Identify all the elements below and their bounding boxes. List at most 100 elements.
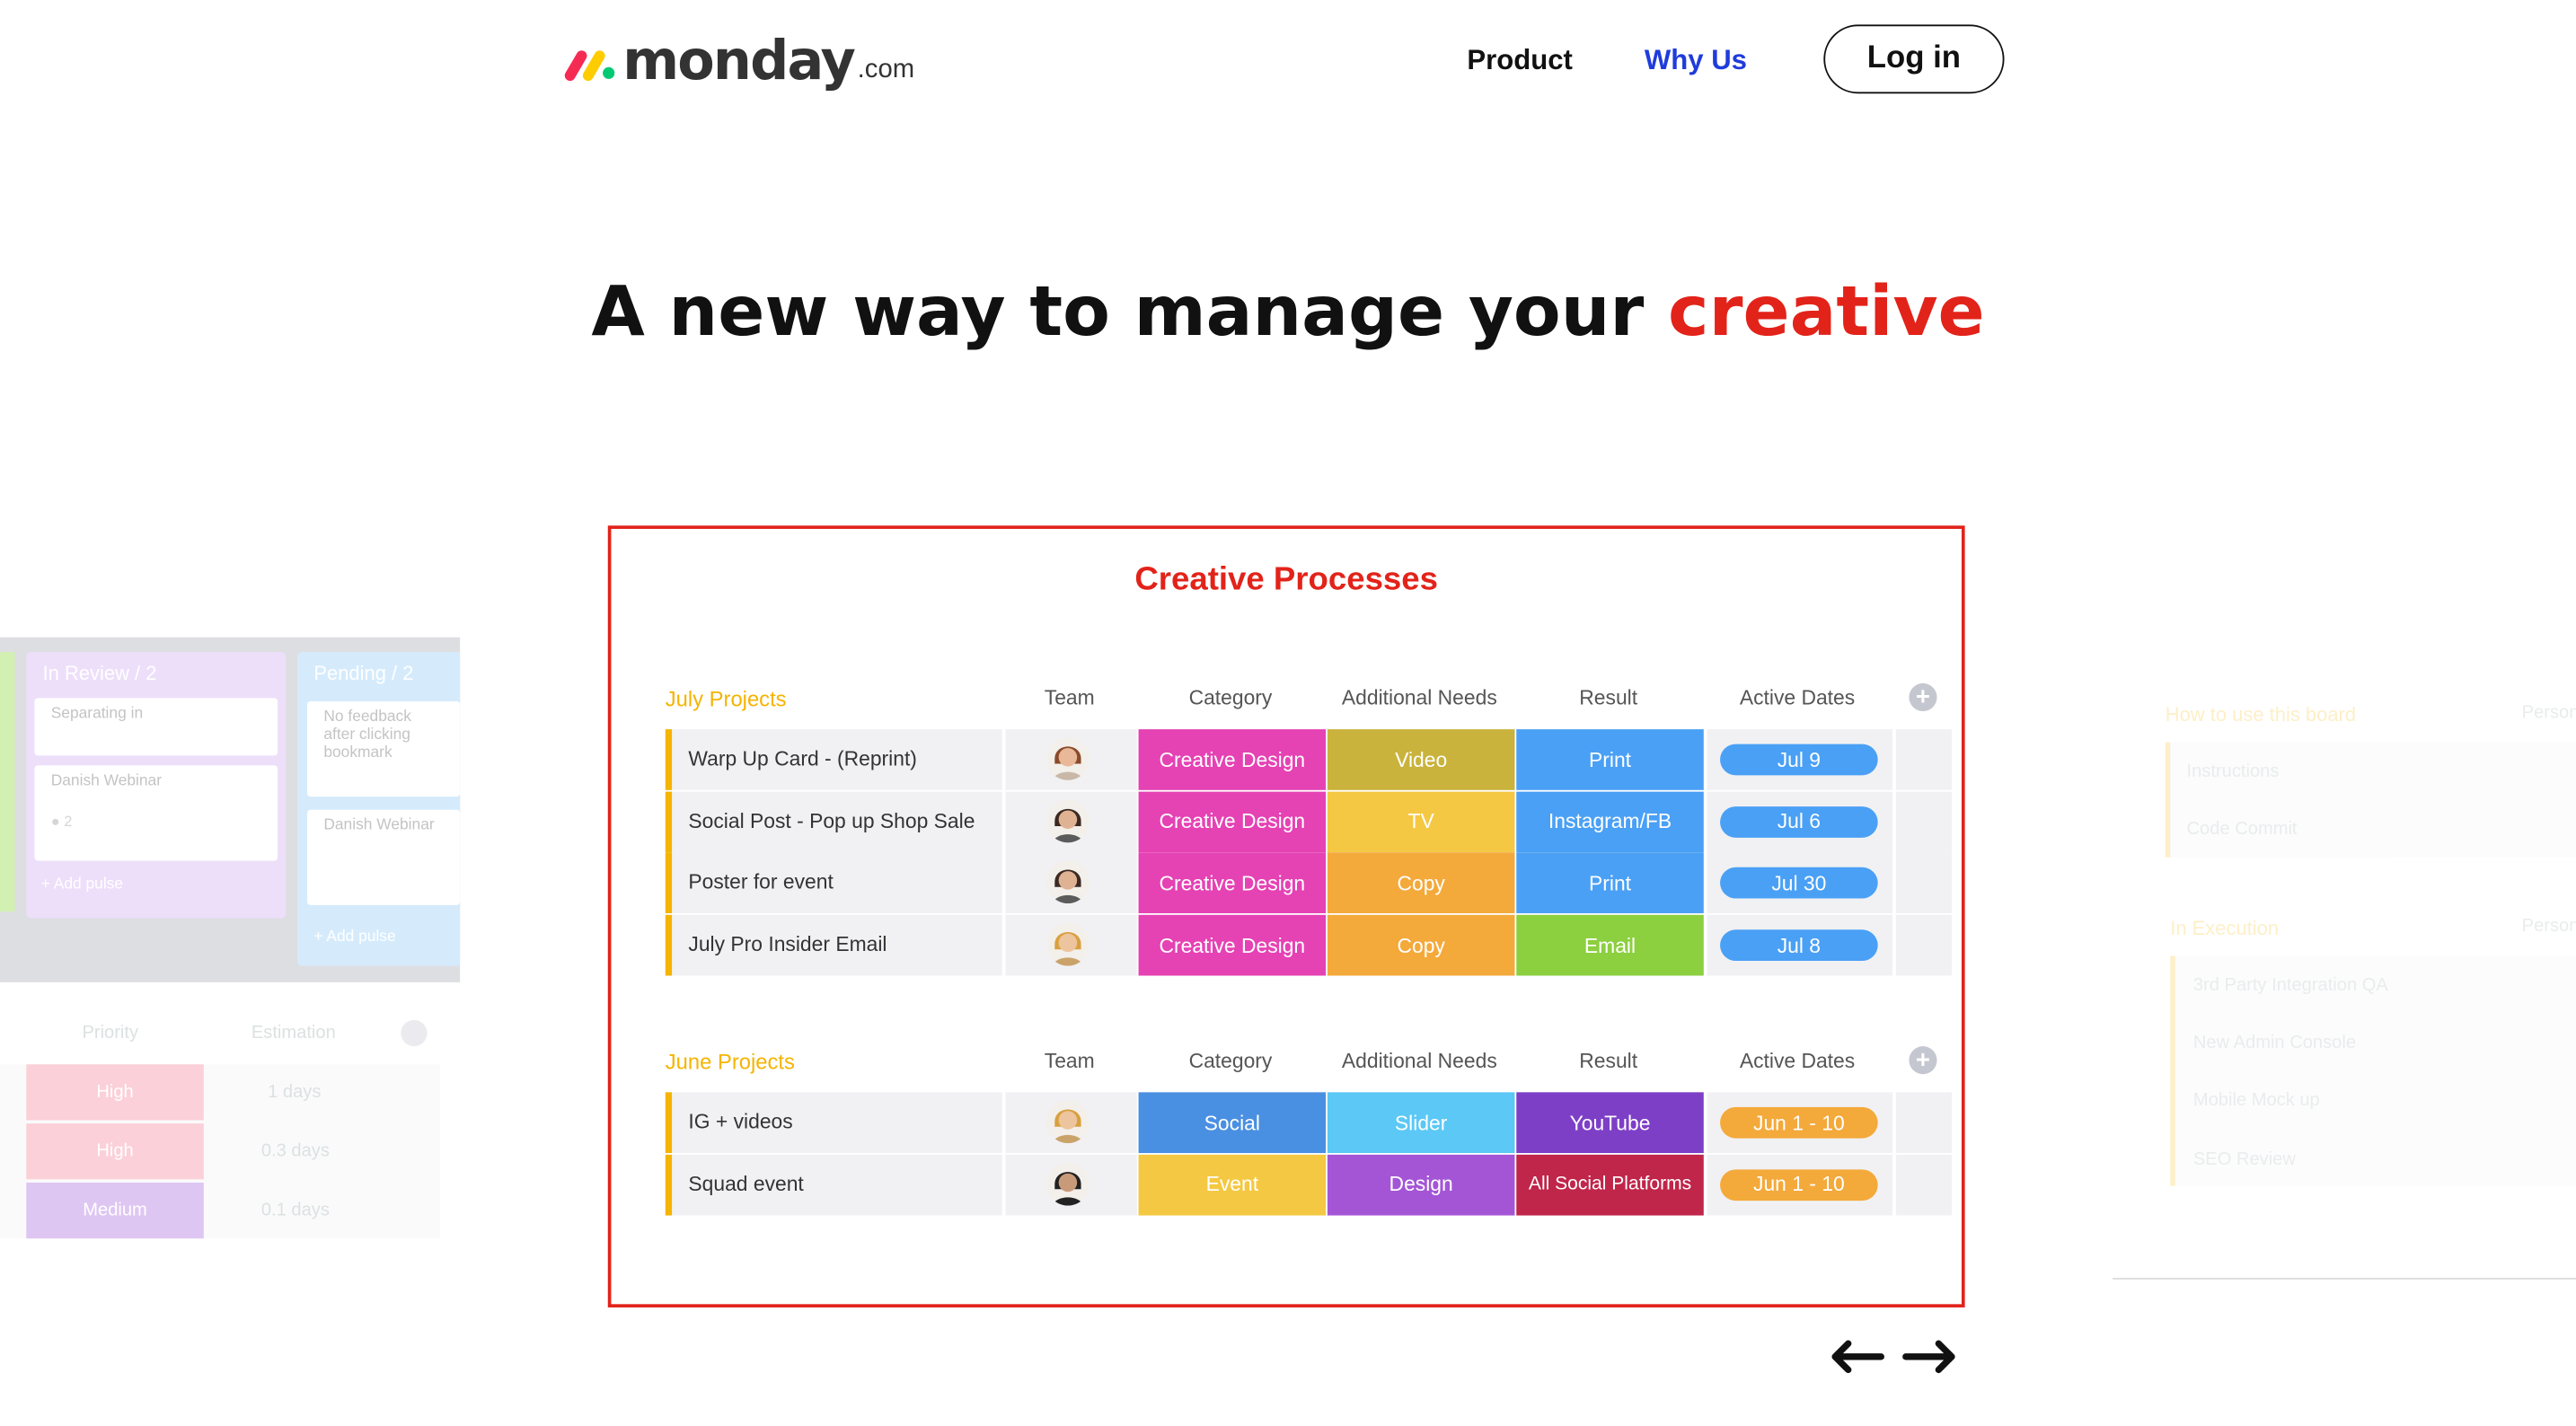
row-color-bar	[2170, 955, 2175, 1186]
cell-separator	[1703, 791, 1707, 852]
add-column-plus-icon[interactable]: +	[1909, 1046, 1937, 1075]
active-dates-pill[interactable]: Jun 1 - 10	[1720, 1106, 1878, 1139]
hero-text: A new way to manage your	[591, 270, 1645, 352]
carousel-next-button[interactable]	[1902, 1334, 1958, 1383]
add-column-plus-icon[interactable]: +	[1909, 682, 1937, 712]
kanban-column-pending: Pending / 2 No feedback after clicking b…	[297, 652, 461, 966]
board-title: Creative Processes	[1134, 561, 1438, 598]
row-name[interactable]: Warp Up Card - (Reprint)	[688, 747, 917, 770]
category-cell[interactable]: Social	[1138, 1092, 1327, 1154]
column-header-active-dates: Active Dates	[1739, 1049, 1856, 1073]
priority-cell: High	[26, 1064, 204, 1121]
right-group-title: In Execution	[2170, 916, 2280, 940]
kanban-column-title: Pending / 2	[313, 662, 414, 685]
active-dates-pill[interactable]: Jun 1 - 10	[1720, 1168, 1878, 1201]
row-color-bar	[665, 1154, 673, 1215]
column-header-team: Team	[1044, 1049, 1095, 1073]
add-pulse-link: + Add pulse	[40, 875, 124, 894]
category-cell[interactable]: Creative Design	[1138, 853, 1327, 914]
result-cell[interactable]: All Social Platforms	[1516, 1154, 1704, 1215]
additional-needs-cell[interactable]: Copy	[1327, 853, 1515, 914]
priority-header: Priority	[82, 1023, 139, 1043]
additional-needs-cell[interactable]: Copy	[1327, 914, 1515, 976]
right-row-label: Mobile Mock up	[2192, 1090, 2320, 1111]
carousel-prev-button[interactable]	[1829, 1334, 1884, 1383]
result-cell[interactable]: YouTube	[1516, 1092, 1704, 1154]
column-header-result: Result	[1579, 1049, 1638, 1073]
nav-product-link[interactable]: Product	[1467, 43, 1572, 79]
row-color-bar	[665, 853, 673, 914]
column-header-category: Category	[1188, 1049, 1273, 1073]
priority-cell: High	[26, 1123, 204, 1180]
category-cell[interactable]: Creative Design	[1138, 791, 1327, 852]
additional-needs-cell[interactable]: Design	[1327, 1154, 1515, 1215]
cell-separator	[1001, 1154, 1006, 1215]
right-row-label: 3rd Party Integration QA	[2192, 975, 2388, 996]
bald-man-avatar[interactable]	[1046, 1162, 1090, 1205]
active-dates-pill[interactable]: Jul 30	[1720, 867, 1878, 900]
result-cell[interactable]: Instagram/FB	[1516, 791, 1704, 852]
cell-separator	[1001, 914, 1006, 976]
column-header-active-dates: Active Dates	[1739, 686, 1856, 710]
cell-separator	[1001, 791, 1006, 852]
group-title-june[interactable]: June Projects	[666, 1050, 795, 1074]
additional-needs-cell[interactable]: Slider	[1327, 1092, 1515, 1154]
result-cell[interactable]: Email	[1516, 914, 1704, 976]
man-glasses-avatar[interactable]	[1046, 861, 1090, 904]
cell-separator	[1001, 853, 1006, 914]
estimation-header: Estimation	[251, 1023, 336, 1043]
table-row[interactable]: IG + videos Social Slider YouTube Jun 1 - 10	[665, 1092, 1952, 1154]
active-dates-pill[interactable]: Jul 9	[1720, 744, 1878, 776]
table-row[interactable]: July Pro Insider Email Creative Design Cop…	[665, 914, 1952, 976]
kanban-column-stub	[0, 652, 15, 912]
result-cell[interactable]: Print	[1516, 729, 1704, 790]
active-dates-pill[interactable]: Jul 8	[1720, 929, 1878, 962]
column-header-additional-needs: Additional Needs	[1341, 686, 1497, 710]
result-cell[interactable]: Print	[1516, 853, 1704, 914]
monday-logo[interactable]: monday .com	[563, 32, 915, 89]
cell-separator	[1001, 1092, 1006, 1154]
right-group-rows	[2165, 742, 2576, 858]
right-row-label: New Admin Console	[2192, 1033, 2357, 1053]
kanban-column-title: In Review / 2	[42, 662, 157, 685]
hat-avatar[interactable]	[1046, 923, 1090, 966]
estimation-cell: 1 days	[268, 1082, 322, 1103]
nav-why-us-link[interactable]: Why Us	[1645, 43, 1747, 79]
right-row-label: Code Commit	[2186, 819, 2298, 840]
login-button[interactable]: Log in	[1823, 24, 2005, 94]
estimation-cell: 0.1 days	[260, 1201, 330, 1221]
row-color-bar	[665, 729, 673, 790]
row-color-bar	[665, 791, 673, 852]
kanban-card: Danish Webinar ● 2	[34, 765, 278, 861]
table-row[interactable]: Poster for event Creative Design Copy Print…	[665, 853, 1952, 914]
hat-avatar[interactable]	[1046, 1100, 1090, 1144]
kanban-card: Danish Webinar	[307, 809, 461, 905]
divider	[2113, 1278, 2576, 1280]
row-name[interactable]: Squad event	[688, 1172, 803, 1195]
row-name[interactable]: Social Post - Pop up Shop Sale	[688, 809, 975, 832]
category-cell[interactable]: Creative Design	[1138, 729, 1327, 790]
table-row[interactable]: Squad event Event Design All Social Platfor…	[665, 1154, 1952, 1215]
row-name[interactable]: IG + videos	[688, 1110, 792, 1133]
column-header-category: Category	[1188, 686, 1273, 710]
category-cell[interactable]: Event	[1138, 1154, 1327, 1215]
kanban-card: No feedback after clicking bookmark	[307, 701, 461, 797]
cell-separator	[1892, 791, 1896, 852]
column-header-team: Team	[1044, 686, 1095, 710]
woman-avatar[interactable]	[1046, 737, 1090, 780]
table-row[interactable]: Social Post - Pop up Shop Sale Creative D…	[665, 791, 1952, 852]
group-title-july[interactable]: July Projects	[666, 687, 787, 711]
right-row-label: Instructions	[2186, 761, 2280, 782]
additional-needs-cell[interactable]: TV	[1327, 791, 1515, 852]
logo-domain: .com	[857, 56, 915, 84]
row-name[interactable]: Poster for event	[688, 871, 833, 894]
category-cell[interactable]: Creative Design	[1138, 914, 1327, 976]
additional-needs-cell[interactable]: Video	[1327, 729, 1515, 790]
person-header: Person	[2521, 702, 2576, 723]
man-glasses-avatar[interactable]	[1046, 799, 1090, 842]
row-name[interactable]: July Pro Insider Email	[688, 933, 887, 956]
table-row[interactable]: Warp Up Card - (Reprint) Creative Design V…	[665, 729, 1952, 790]
cell-separator	[1001, 729, 1006, 790]
active-dates-pill[interactable]: Jul 6	[1720, 805, 1878, 838]
priority-cell: Medium	[26, 1182, 204, 1239]
